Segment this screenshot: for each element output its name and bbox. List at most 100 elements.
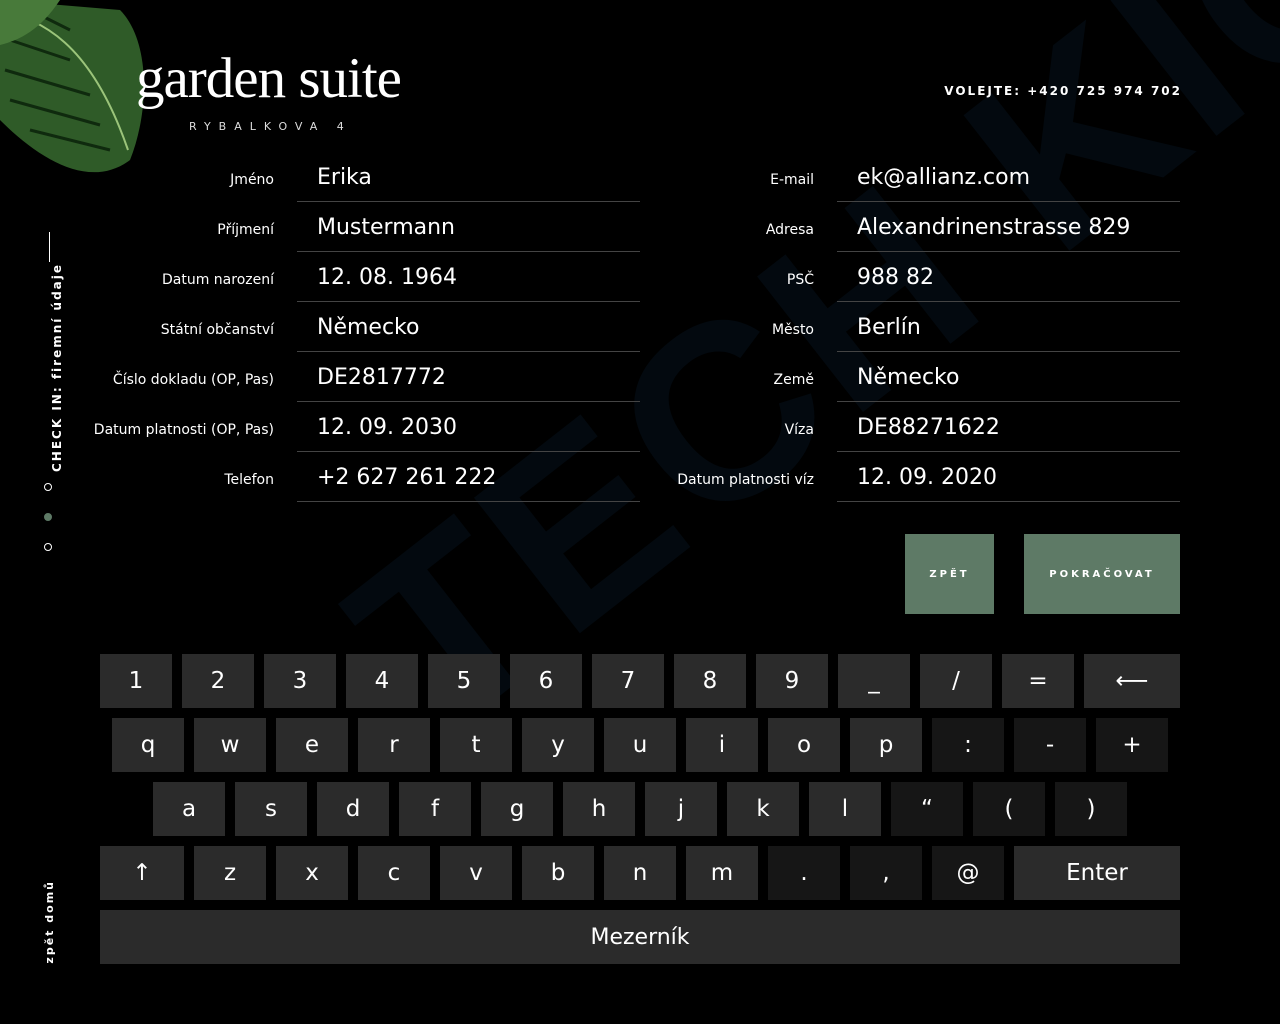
- field-input-mesto[interactable]: Berlín: [837, 303, 1180, 352]
- field-label: E-mail: [770, 172, 814, 188]
- form-row-telefon: Telefon +2 627 261 222: [0, 453, 640, 503]
- field-label: PSČ: [786, 272, 814, 288]
- field-input-adresa[interactable]: Alexandrinenstrasse 829: [837, 203, 1180, 252]
- field-input-e-mail[interactable]: ek@allianz.com: [837, 153, 1180, 202]
- key-8[interactable]: 8: [674, 654, 746, 708]
- form-row-viza: Víza DE88271622: [640, 403, 1180, 453]
- key-comma[interactable]: ,: [850, 846, 922, 900]
- key-paren-open[interactable]: (: [973, 782, 1045, 836]
- key-4[interactable]: 4: [346, 654, 418, 708]
- key-p[interactable]: p: [850, 718, 922, 772]
- key-y[interactable]: y: [522, 718, 594, 772]
- key-h[interactable]: h: [563, 782, 635, 836]
- field-label: Příjmení: [217, 222, 274, 238]
- key-m[interactable]: m: [686, 846, 758, 900]
- key-c[interactable]: c: [358, 846, 430, 900]
- field-input-prijmeni[interactable]: Mustermann: [297, 203, 640, 252]
- field-label: Státní občanství: [160, 322, 274, 338]
- back-button[interactable]: ZPĚT: [905, 534, 994, 614]
- key-o[interactable]: o: [768, 718, 840, 772]
- key-minus[interactable]: -: [1014, 718, 1086, 772]
- form-row-adresa: Adresa Alexandrinenstrasse 829: [640, 203, 1180, 253]
- key-a[interactable]: a: [153, 782, 225, 836]
- key-x[interactable]: x: [276, 846, 348, 900]
- key-q[interactable]: q: [112, 718, 184, 772]
- field-label: Země: [773, 372, 814, 388]
- step-dot-3: [44, 543, 52, 551]
- key-l[interactable]: l: [809, 782, 881, 836]
- key-d[interactable]: d: [317, 782, 389, 836]
- form-row-cislo-dokladu-op-pas: Číslo dokladu (OP, Pas) DE2817772: [0, 353, 640, 403]
- field-input-cislo-dokladu-op-pas[interactable]: DE2817772: [297, 353, 640, 402]
- field-label: Město: [771, 322, 814, 338]
- field-input-statni-obcanstvi[interactable]: Německo: [297, 303, 640, 352]
- field-label: Číslo dokladu (OP, Pas): [112, 372, 274, 388]
- form-row-mesto: Město Berlín: [640, 303, 1180, 353]
- field-input-zeme[interactable]: Německo: [837, 353, 1180, 402]
- field-input-datum-platnosti-op-pas[interactable]: 12. 09. 2030: [297, 403, 640, 452]
- field-label: Telefon: [224, 472, 274, 488]
- key-j[interactable]: j: [645, 782, 717, 836]
- key-e[interactable]: e: [276, 718, 348, 772]
- key-i[interactable]: i: [686, 718, 758, 772]
- home-link[interactable]: zpět domů: [43, 880, 56, 964]
- key-g[interactable]: g: [481, 782, 553, 836]
- form-row-jmeno: Jméno Erika: [0, 153, 640, 203]
- key-equals[interactable]: =: [1002, 654, 1074, 708]
- form-row-e-mail: E-mail ek@allianz.com: [640, 153, 1180, 203]
- field-input-telefon[interactable]: +2 627 261 222: [297, 453, 640, 502]
- brand-subtitle: RYBALKOVA 4: [189, 120, 352, 133]
- form-row-datum-platnosti-viz: Datum platnosti víz 12. 09. 2020: [640, 453, 1180, 503]
- field-input-jmeno[interactable]: Erika: [297, 153, 640, 202]
- key-underscore[interactable]: _: [838, 654, 910, 708]
- key-3[interactable]: 3: [264, 654, 336, 708]
- key-2[interactable]: 2: [182, 654, 254, 708]
- key-b[interactable]: b: [522, 846, 594, 900]
- key-f[interactable]: f: [399, 782, 471, 836]
- phone-number: VOLEJTE: +420 725 974 702: [944, 84, 1182, 98]
- key-n[interactable]: n: [604, 846, 676, 900]
- key-6[interactable]: 6: [510, 654, 582, 708]
- key-v[interactable]: v: [440, 846, 512, 900]
- key-period[interactable]: .: [768, 846, 840, 900]
- key-quote[interactable]: “: [891, 782, 963, 836]
- key-7[interactable]: 7: [592, 654, 664, 708]
- key-w[interactable]: w: [194, 718, 266, 772]
- key-shift[interactable]: ↑: [100, 846, 184, 900]
- key-z[interactable]: z: [194, 846, 266, 900]
- key-9[interactable]: 9: [756, 654, 828, 708]
- field-label: Datum narození: [162, 272, 274, 288]
- key-paren-close[interactable]: ): [1055, 782, 1127, 836]
- field-label: Víza: [784, 422, 814, 438]
- key-u[interactable]: u: [604, 718, 676, 772]
- form-row-psc: PSČ 988 82: [640, 253, 1180, 303]
- key-backspace[interactable]: ⟵: [1084, 654, 1180, 708]
- key-1[interactable]: 1: [100, 654, 172, 708]
- key-plus[interactable]: +: [1096, 718, 1168, 772]
- form-row-datum-platnosti-op-pas: Datum platnosti (OP, Pas) 12. 09. 2030: [0, 403, 640, 453]
- field-input-psc[interactable]: 988 82: [837, 253, 1180, 302]
- field-label: Datum platnosti víz: [677, 472, 814, 488]
- field-label: Datum platnosti (OP, Pas): [93, 422, 274, 438]
- key-slash[interactable]: /: [920, 654, 992, 708]
- field-input-datum-platnosti-viz[interactable]: 12. 09. 2020: [837, 453, 1180, 502]
- key-colon[interactable]: :: [932, 718, 1004, 772]
- field-input-viza[interactable]: DE88271622: [837, 403, 1180, 452]
- brand-logo: garden suite: [136, 47, 402, 110]
- key-at[interactable]: @: [932, 846, 1004, 900]
- field-label: Jméno: [230, 172, 274, 188]
- field-label: Adresa: [765, 222, 814, 238]
- key-k[interactable]: k: [727, 782, 799, 836]
- key-t[interactable]: t: [440, 718, 512, 772]
- key-r[interactable]: r: [358, 718, 430, 772]
- form-row-datum-narozeni: Datum narození 12. 08. 1964: [0, 253, 640, 303]
- field-input-datum-narozeni[interactable]: 12. 08. 1964: [297, 253, 640, 302]
- key-s[interactable]: s: [235, 782, 307, 836]
- continue-button[interactable]: POKRAČOVAT: [1024, 534, 1180, 614]
- key-5[interactable]: 5: [428, 654, 500, 708]
- key-enter[interactable]: Enter: [1014, 846, 1180, 900]
- key-space[interactable]: Mezerník: [100, 910, 1180, 964]
- form-row-zeme: Země Německo: [640, 353, 1180, 403]
- form-row-prijmeni: Příjmení Mustermann: [0, 203, 640, 253]
- form-row-statni-obcanstvi: Státní občanství Německo: [0, 303, 640, 353]
